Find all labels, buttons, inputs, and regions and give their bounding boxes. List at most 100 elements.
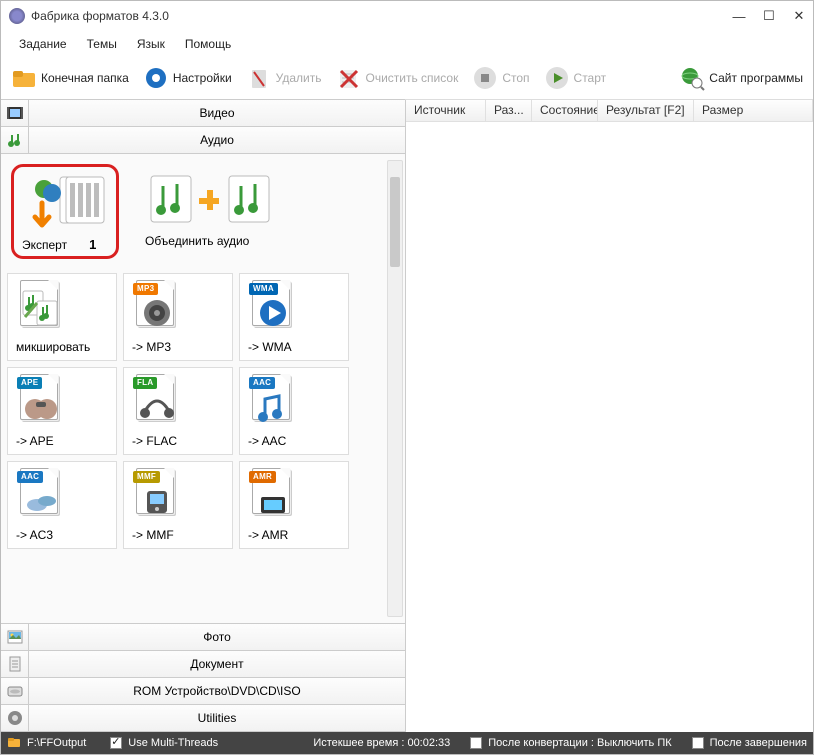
delete-icon [246,65,272,91]
menu-language[interactable]: Язык [129,33,173,55]
format-label: -> MP3 [132,340,171,354]
category-document-label: Документ [29,657,405,671]
format-item[interactable]: WMA -> WMA [239,273,349,361]
category-photo-label: Фото [29,630,405,644]
clear-list-button[interactable]: Очистить список [329,61,464,95]
menu-themes[interactable]: Темы [79,33,125,55]
expert-label: Эксперт [22,238,67,252]
main-body: Видео Аудио [1,100,813,732]
window-title: Фабрика форматов 4.3.0 [31,9,169,23]
menu-help[interactable]: Помощь [177,33,239,55]
expert-icon [22,173,108,231]
clear-list-label: Очистить список [365,71,458,85]
category-video-label: Видео [29,106,405,120]
format-icon: WMA [252,280,296,324]
format-item[interactable]: AAC -> AAC [239,367,349,455]
globe-search-icon [679,65,705,91]
format-label: -> WMA [248,340,292,354]
toolbar: Конечная папка Настройки Удалить Очистит… [1,57,813,100]
start-button[interactable]: Старт [538,61,613,95]
category-audio-label: Аудио [29,133,405,147]
window-controls: — ☐ ✕ [733,10,805,22]
format-item[interactable]: AAC -> AC3 [7,461,117,549]
audio-panel: Эксперт 1 [1,154,405,624]
after-finish-checkbox[interactable] [692,737,704,749]
col-result[interactable]: Результат [F2] [598,100,694,121]
clear-icon [335,65,361,91]
close-button[interactable]: ✕ [793,10,805,22]
format-icon: AAC [20,468,64,512]
format-grid: микшировать MP3 -> MP3 WMA -> WMA APE -> APE FL… [7,273,399,549]
category-photo[interactable]: Фото [1,623,405,651]
format-label: -> MMF [132,528,174,542]
category-utilities-label: Utilities [29,711,405,725]
website-button[interactable]: Сайт программы [673,61,809,95]
col-size-out[interactable]: Размер [694,100,813,121]
format-label: -> AC3 [16,528,53,542]
category-utilities[interactable]: Utilities [1,704,405,732]
document-icon [1,651,29,677]
photo-icon [1,624,29,650]
settings-button[interactable]: Настройки [137,61,238,95]
category-document[interactable]: Документ [1,650,405,678]
play-icon [544,65,570,91]
format-item[interactable]: FLA -> FLAC [123,367,233,455]
website-label: Сайт программы [709,71,803,85]
merge-audio-item[interactable]: Объединить аудио [137,164,293,259]
format-icon: AAC [252,374,296,418]
category-rom-label: ROM Устройство\DVD\CD\ISO [29,684,405,698]
format-item[interactable]: MP3 -> MP3 [123,273,233,361]
col-size-in[interactable]: Раз... [486,100,532,121]
folder-icon [11,65,37,91]
after-convert-checkbox[interactable] [470,737,482,749]
stop-label: Стоп [502,71,529,85]
scrollbar[interactable] [387,160,403,617]
category-audio[interactable]: Аудио [1,126,405,154]
output-folder-label: Конечная папка [41,71,129,85]
delete-label: Удалить [276,71,322,85]
multithread-label: Use Multi-Threads [128,737,218,749]
format-icon: FLA [136,374,180,418]
format-label: -> AMR [248,528,288,542]
delete-button[interactable]: Удалить [240,61,328,95]
after-finish-label: После завершения [710,737,807,749]
app-window: Фабрика форматов 4.3.0 — ☐ ✕ Задание Тем… [0,0,814,755]
gear-icon [143,65,169,91]
output-folder-button[interactable]: Конечная папка [5,61,135,95]
category-video[interactable]: Видео [1,99,405,127]
start-label: Старт [574,71,607,85]
menu-task[interactable]: Задание [11,33,75,55]
format-label: -> AAC [248,434,286,448]
format-label: -> APE [16,434,54,448]
format-item[interactable]: MMF -> MMF [123,461,233,549]
stop-button[interactable]: Стоп [466,61,535,95]
folder-status-icon[interactable] [7,735,21,752]
format-icon: MP3 [136,280,180,324]
format-icon [20,280,64,324]
settings-label: Настройки [173,71,232,85]
multithread-checkbox[interactable] [110,737,122,749]
merge-audio-label: Объединить аудио [145,234,249,248]
format-icon: APE [20,374,64,418]
format-icon: AMR [252,468,296,512]
col-state[interactable]: Состояние [532,100,598,121]
disc-drive-icon [1,678,29,704]
expert-item[interactable]: Эксперт 1 [11,164,119,259]
format-item[interactable]: APE -> APE [7,367,117,455]
video-icon [1,100,29,126]
list-header: Источник Раз... Состояние Результат [F2]… [406,100,813,122]
category-rom[interactable]: ROM Устройство\DVD\CD\ISO [1,677,405,705]
after-convert-label: После конвертации : Выключить ПК [488,737,671,749]
format-label: -> FLAC [132,434,177,448]
format-item[interactable]: AMR -> AMR [239,461,349,549]
col-source[interactable]: Источник [406,100,486,121]
expert-badge: 1 [89,237,96,252]
format-icon: MMF [136,468,180,512]
titlebar: Фабрика форматов 4.3.0 — ☐ ✕ [1,1,813,31]
list-body [406,122,813,732]
format-item[interactable]: микшировать [7,273,117,361]
minimize-button[interactable]: — [733,10,745,22]
maximize-button[interactable]: ☐ [763,10,775,22]
statusbar: F:\FFOutput Use Multi-Threads Истекшее в… [1,732,813,754]
output-path[interactable]: F:\FFOutput [27,737,86,749]
